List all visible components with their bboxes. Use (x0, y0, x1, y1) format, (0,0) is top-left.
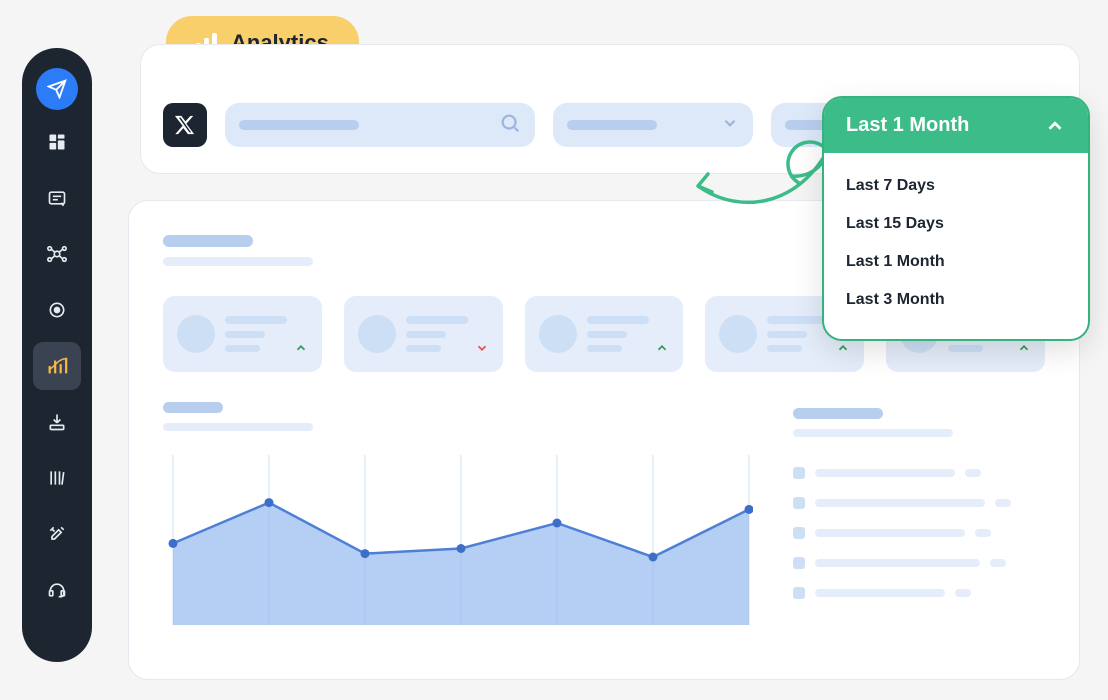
chart-title-skeleton (163, 402, 223, 413)
date-range-selected[interactable]: Last 1 Month (824, 98, 1088, 153)
date-range-options: Last 7 Days Last 15 Days Last 1 Month La… (824, 153, 1088, 339)
sidebar-item-download[interactable] (33, 398, 81, 446)
x-icon (174, 114, 196, 136)
sidebar-item-network[interactable] (33, 230, 81, 278)
library-icon (47, 468, 67, 488)
search-icon (499, 112, 521, 139)
dashboard-icon (47, 132, 67, 152)
target-icon (47, 300, 67, 320)
date-range-option[interactable]: Last 15 Days (846, 205, 1066, 243)
legend-item (793, 587, 1043, 599)
chevron-down-icon (721, 114, 739, 137)
placeholder-skeleton (239, 120, 359, 130)
x-logo[interactable] (163, 103, 207, 147)
placeholder-skeleton (567, 120, 657, 130)
date-range-selected-label: Last 1 Month (846, 114, 969, 137)
date-range-option[interactable]: Last 3 Month (846, 281, 1066, 319)
legend-item (793, 557, 1043, 569)
sidebar-item-tools[interactable] (33, 510, 81, 558)
sidebar-item-target[interactable] (33, 286, 81, 334)
section-subtitle-skeleton (163, 257, 313, 266)
chart-section (163, 402, 1045, 630)
headset-icon (47, 580, 67, 600)
sidebar-item-support[interactable] (33, 566, 81, 614)
inbox-icon (47, 188, 67, 208)
sidebar-item-library[interactable] (33, 454, 81, 502)
stat-card[interactable] (525, 296, 684, 372)
trend-up-icon (294, 341, 308, 360)
trend-down-icon (475, 341, 489, 360)
chart-subtitle-skeleton (163, 423, 313, 431)
sidebar (22, 48, 92, 662)
sidebar-item-analytics[interactable] (33, 342, 81, 390)
chevron-up-icon (1044, 115, 1066, 137)
trend-up-icon (836, 341, 850, 360)
sidebar-item-send[interactable] (36, 68, 78, 110)
download-icon (47, 412, 67, 432)
legend-subtitle-skeleton (793, 429, 953, 437)
date-range-dropdown: Last 1 Month Last 7 Days Last 15 Days La… (822, 96, 1090, 341)
legend-item (793, 497, 1043, 509)
stat-card[interactable] (344, 296, 503, 372)
stat-icon-skeleton (719, 315, 757, 353)
legend-item (793, 527, 1043, 539)
stat-icon-skeleton (177, 315, 215, 353)
send-icon (47, 79, 67, 99)
legend-panel (793, 402, 1043, 630)
area-chart (163, 455, 753, 625)
trend-up-icon (655, 341, 669, 360)
sidebar-item-dashboard[interactable] (33, 118, 81, 166)
filter-dropdown-1[interactable] (553, 103, 753, 147)
legend-item (793, 467, 1043, 479)
section-title-skeleton (163, 235, 253, 247)
analytics-icon (46, 355, 68, 377)
date-range-option[interactable]: Last 1 Month (846, 243, 1066, 281)
trend-up-icon (1017, 341, 1031, 360)
date-range-option[interactable]: Last 7 Days (846, 167, 1066, 205)
sidebar-item-inbox[interactable] (33, 174, 81, 222)
search-input[interactable] (225, 103, 535, 147)
tools-icon (47, 524, 67, 544)
legend-title-skeleton (793, 408, 883, 419)
stat-icon-skeleton (358, 315, 396, 353)
network-icon (46, 243, 68, 265)
stat-card[interactable] (163, 296, 322, 372)
stat-icon-skeleton (539, 315, 577, 353)
chart-panel (163, 402, 753, 630)
